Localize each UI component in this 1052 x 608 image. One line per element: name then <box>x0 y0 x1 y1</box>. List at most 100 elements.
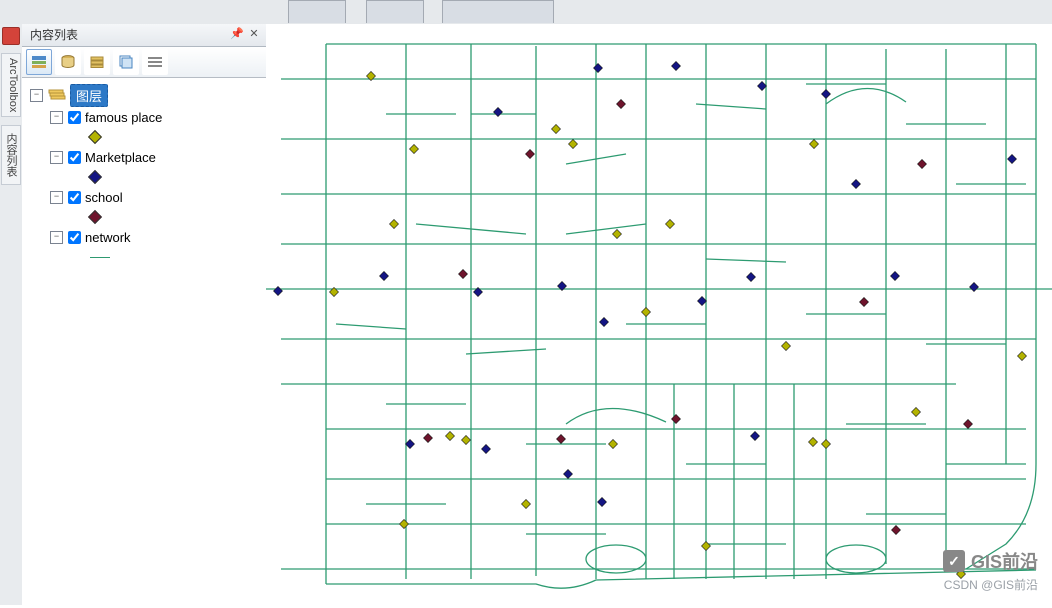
map-point[interactable] <box>1007 154 1016 163</box>
list-by-visibility-button[interactable] <box>84 49 110 75</box>
map-point[interactable] <box>956 569 965 578</box>
dock-tab-toc[interactable]: 内容列表 <box>1 125 21 185</box>
tree-root-row[interactable]: − 图层 <box>24 84 264 106</box>
map-canvas[interactable]: ✓GIS前沿 CSDN @GIS前沿 <box>266 24 1052 605</box>
map-point[interactable] <box>890 271 899 280</box>
map-point[interactable] <box>746 272 755 281</box>
toc-panel: 内容列表 📌 ✕ − 图层 −famous place−Marketplace−… <box>22 24 267 605</box>
map-point[interactable] <box>757 81 766 90</box>
map-point[interactable] <box>851 179 860 188</box>
layer-label[interactable]: famous place <box>85 110 162 125</box>
layer-symbol[interactable] <box>24 168 264 186</box>
options-button[interactable] <box>142 49 168 75</box>
map-point[interactable] <box>423 433 432 442</box>
app-icon <box>2 27 20 45</box>
map-point[interactable] <box>399 519 408 528</box>
pin-icon[interactable]: 📌 <box>230 27 244 41</box>
network-layer <box>266 44 1052 588</box>
map-point[interactable] <box>597 497 606 506</box>
ribbon-tab[interactable] <box>442 0 554 23</box>
map-point[interactable] <box>556 434 565 443</box>
layer-symbol[interactable] <box>24 128 264 146</box>
layer-label[interactable]: network <box>85 230 131 245</box>
layer-row[interactable]: − Marketplace <box>24 146 264 168</box>
map-point[interactable] <box>821 439 830 448</box>
point-symbol-icon <box>88 210 102 224</box>
root-label[interactable]: 图层 <box>70 84 108 107</box>
layer-tree: − 图层 − famous place − Marketplace − school − ne… <box>22 78 266 605</box>
map-point[interactable] <box>409 144 418 153</box>
point-symbol-icon <box>88 170 102 184</box>
layer-row[interactable]: − network <box>24 226 264 248</box>
map-point[interactable] <box>859 297 868 306</box>
ribbon-tab[interactable] <box>366 0 424 23</box>
collapse-icon[interactable]: − <box>50 191 63 204</box>
list-by-selection-button[interactable] <box>113 49 139 75</box>
map-point[interactable] <box>809 139 818 148</box>
map-point[interactable] <box>493 107 502 116</box>
map-point[interactable] <box>821 89 830 98</box>
close-icon[interactable]: ✕ <box>247 27 261 41</box>
map-point[interactable] <box>963 419 972 428</box>
map-point[interactable] <box>593 63 602 72</box>
ribbon-tab[interactable] <box>288 0 346 23</box>
dataframe-icon <box>48 87 66 103</box>
map-point[interactable] <box>671 61 680 70</box>
map-point[interactable] <box>808 437 817 446</box>
map-point[interactable] <box>461 435 470 444</box>
point-symbol-icon <box>88 130 102 144</box>
panel-titlebar: 内容列表 📌 ✕ <box>22 24 266 47</box>
layer-symbol[interactable] <box>24 208 264 226</box>
map-point[interactable] <box>481 444 490 453</box>
map-point[interactable] <box>665 219 674 228</box>
map-point[interactable] <box>525 149 534 158</box>
map-point[interactable] <box>612 229 621 238</box>
layer-label[interactable]: school <box>85 190 123 205</box>
map-point[interactable] <box>781 341 790 350</box>
map-point[interactable] <box>445 431 454 440</box>
collapse-icon[interactable]: − <box>50 111 63 124</box>
map-point[interactable] <box>379 271 388 280</box>
map-point[interactable] <box>458 269 467 278</box>
layer-visibility-checkbox[interactable] <box>68 231 81 244</box>
map-point[interactable] <box>701 541 710 550</box>
panel-toolbar <box>22 47 266 78</box>
map-point[interactable] <box>750 431 759 440</box>
map-point[interactable] <box>969 282 978 291</box>
map-point[interactable] <box>616 99 625 108</box>
collapse-icon[interactable]: − <box>30 89 43 102</box>
map-point[interactable] <box>599 317 608 326</box>
map-point[interactable] <box>568 139 577 148</box>
map-point[interactable] <box>563 469 572 478</box>
map-point[interactable] <box>405 439 414 448</box>
dock-tab-arctoolbox[interactable]: ArcToolbox <box>1 53 21 117</box>
layer-symbol[interactable] <box>24 248 264 266</box>
map-svg[interactable] <box>266 24 1052 605</box>
map-point[interactable] <box>671 414 680 423</box>
layer-label[interactable]: Marketplace <box>85 150 156 165</box>
top-menu-bar <box>0 0 1052 25</box>
map-point[interactable] <box>917 159 926 168</box>
map-point[interactable] <box>1017 351 1026 360</box>
line-symbol-icon <box>90 257 110 258</box>
map-point[interactable] <box>911 407 920 416</box>
layer-row[interactable]: − school <box>24 186 264 208</box>
map-point[interactable] <box>608 439 617 448</box>
collapse-icon[interactable]: − <box>50 231 63 244</box>
list-by-source-button[interactable] <box>55 49 81 75</box>
map-point[interactable] <box>891 525 900 534</box>
map-point[interactable] <box>641 307 650 316</box>
panel-title-text: 内容列表 <box>30 28 78 42</box>
left-dock-bar: ArcToolbox 内容列表 <box>0 24 23 605</box>
collapse-icon[interactable]: − <box>50 151 63 164</box>
map-point[interactable] <box>521 499 530 508</box>
list-by-drawing-order-button[interactable] <box>26 49 52 75</box>
map-point[interactable] <box>273 286 282 295</box>
layer-visibility-checkbox[interactable] <box>68 191 81 204</box>
map-point[interactable] <box>697 296 706 305</box>
layer-row[interactable]: − famous place <box>24 106 264 128</box>
layer-visibility-checkbox[interactable] <box>68 151 81 164</box>
map-point[interactable] <box>389 219 398 228</box>
layer-visibility-checkbox[interactable] <box>68 111 81 124</box>
map-point[interactable] <box>551 124 560 133</box>
